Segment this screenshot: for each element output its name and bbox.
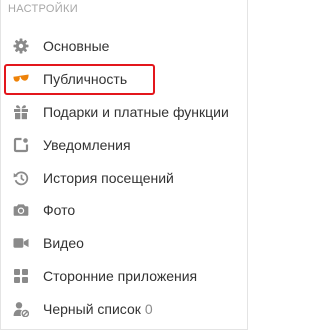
menu-item-label: Фото [43, 202, 76, 219]
sunglasses-icon [13, 71, 29, 87]
apps-grid-icon [13, 268, 29, 284]
gear-icon [13, 38, 29, 54]
notification-icon [13, 137, 29, 153]
menu-item-label: Подарки и платные функции [43, 103, 229, 120]
camera-icon [13, 202, 29, 218]
menu-item-history[interactable]: История посещений [1, 161, 247, 194]
settings-panel: НАСТРОЙКИ Основные Публичность Подарки и… [0, 0, 248, 330]
blacklist-label-text: Черный список [43, 300, 141, 317]
menu-item-publicity[interactable]: Публичность [1, 62, 247, 96]
settings-menu: Основные Публичность Подарки и платные ф… [1, 30, 247, 325]
menu-item-label: Видео [43, 235, 84, 252]
menu-item-general[interactable]: Основные [1, 30, 247, 63]
blacklist-count: 0 [144, 300, 153, 317]
menu-item-blacklist[interactable]: Черный список 0 [1, 292, 247, 325]
menu-item-photo[interactable]: Фото [1, 194, 247, 227]
video-camera-icon [13, 235, 29, 251]
menu-item-label: Основные [43, 38, 110, 55]
menu-item-gifts[interactable]: Подарки и платные функции [1, 96, 247, 129]
menu-item-label: Уведомления [43, 136, 131, 153]
menu-item-label: Черный список 0 [43, 301, 153, 317]
menu-item-video[interactable]: Видео [1, 227, 247, 260]
history-icon [13, 170, 29, 186]
menu-item-notifications[interactable]: Уведомления [1, 128, 247, 161]
gift-icon [13, 104, 29, 120]
menu-item-label: Публичность [43, 71, 128, 88]
section-title: НАСТРОЙКИ [8, 3, 78, 15]
menu-item-label: История посещений [43, 169, 174, 186]
menu-item-label: Сторонние приложения [43, 267, 198, 284]
blocked-user-icon [13, 301, 29, 317]
menu-item-apps[interactable]: Сторонние приложения [1, 260, 247, 293]
